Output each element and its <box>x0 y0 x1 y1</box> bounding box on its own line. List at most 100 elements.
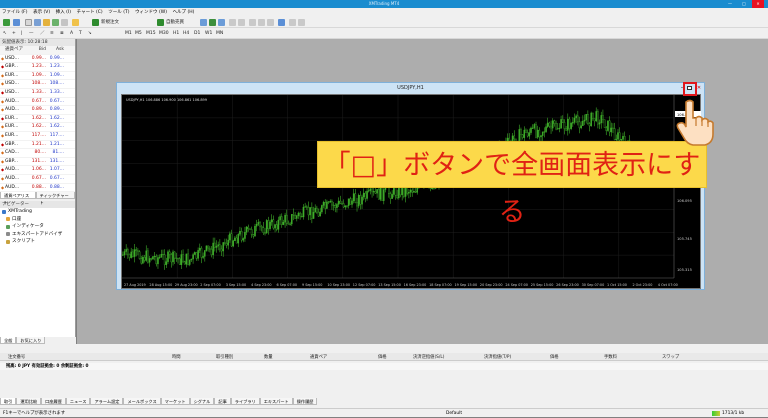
market-watch-icon[interactable] <box>25 19 32 26</box>
nav-item-scripts[interactable]: スクリプト <box>0 238 75 246</box>
header-ask[interactable]: Ask <box>46 46 64 54</box>
new-order-button[interactable]: 新規注文 <box>101 19 119 26</box>
menu-view[interactable]: 表示 (V) <box>31 8 52 17</box>
timeframe-m5[interactable]: M5 <box>135 30 142 37</box>
terminal-icon[interactable] <box>52 19 59 26</box>
tab-general[interactable]: 全般 <box>0 337 17 344</box>
terminal-tab[interactable]: シグナル <box>189 398 215 405</box>
col-current-price[interactable]: 価格 <box>550 354 559 360</box>
market-watch-row[interactable]: ◆ AUD... 0.88... 0.88... <box>0 183 75 193</box>
header-symbol[interactable]: 通貨ペア <box>5 46 28 54</box>
terminal-tab[interactable]: アラーム設定 <box>90 398 124 405</box>
zoom-out-icon[interactable] <box>238 19 245 26</box>
market-watch-row[interactable]: ◆ USD... 0.99... 0.99... <box>0 54 75 64</box>
timeframe-m1[interactable]: M1 <box>125 30 132 37</box>
indicators-icon[interactable] <box>278 19 285 26</box>
timeframe-h1[interactable]: H1 <box>173 30 179 37</box>
market-watch-row[interactable]: ◆ EUR... 1.09... 1.09... <box>0 71 75 81</box>
timeframe-d1[interactable]: D1 <box>194 30 200 37</box>
col-size[interactable]: 数量 <box>264 354 273 360</box>
terminal-tab[interactable]: 操作履歴 <box>292 398 318 405</box>
candlestick-icon[interactable] <box>209 19 216 26</box>
arrows-icon[interactable]: ↘ <box>88 30 92 37</box>
timeframe-w1[interactable]: W1 <box>205 30 212 37</box>
line-chart-icon[interactable] <box>218 19 225 26</box>
menu-tools[interactable]: ツール (T) <box>106 8 131 17</box>
vertical-line-icon[interactable]: | <box>21 30 23 37</box>
market-watch-row[interactable]: ◆ GBP... 131.... 131.... <box>0 157 75 167</box>
zoom-in-icon[interactable] <box>229 19 236 26</box>
terminal-tab[interactable]: 運用比較 <box>16 398 42 405</box>
nav-item-accounts[interactable]: 口座 <box>0 216 75 224</box>
menu-insert[interactable]: 挿入 (I) <box>54 8 73 17</box>
market-watch-row[interactable]: ◆ AUD... 0.67... 0.67... <box>0 174 75 184</box>
header-bid[interactable]: Bid <box>28 46 46 54</box>
col-sl[interactable]: 決済逆指値(S/L) <box>413 354 444 360</box>
new-chart-icon[interactable] <box>3 19 10 26</box>
text-label-icon[interactable]: T <box>79 30 82 37</box>
nav-item-indicators[interactable]: インディケータ <box>0 223 75 231</box>
terminal-tab[interactable]: 記事 <box>214 398 231 405</box>
market-watch-row[interactable]: ◆ GBP... 1.21... 1.21... <box>0 140 75 150</box>
minimize-button[interactable]: — <box>724 0 736 8</box>
market-watch-row[interactable]: ◆ AUD... 0.67... 0.67... <box>0 97 75 107</box>
profiles-icon[interactable] <box>13 19 20 26</box>
terminal-tab[interactable]: 口座履歴 <box>41 398 66 405</box>
nav-item-experts[interactable]: エキスパートアドバイザ <box>0 231 75 239</box>
text-icon[interactable]: A <box>70 30 73 37</box>
periods-icon[interactable] <box>289 19 296 26</box>
tester-icon[interactable] <box>61 19 68 26</box>
navigator-icon[interactable] <box>43 19 50 26</box>
menu-help[interactable]: ヘルプ (H) <box>171 8 197 17</box>
crosshair-icon[interactable]: + <box>12 30 16 37</box>
col-time[interactable]: 時間 <box>172 354 181 360</box>
col-type[interactable]: 取引種別 <box>216 354 233 360</box>
market-watch-row[interactable]: ◆ USD... 1.33... 1.33... <box>0 88 75 98</box>
price-chart[interactable]: USDJPY,H1 106.886 106.900 106.861 106.89… <box>121 94 701 289</box>
market-watch-row[interactable]: ◆ EUR... 117.... 117.... <box>0 131 75 141</box>
menu-file[interactable]: ファイル (F) <box>0 8 30 17</box>
tile-windows-icon[interactable] <box>249 19 256 26</box>
col-tp[interactable]: 決済指値(T/P) <box>484 354 511 360</box>
market-watch-row[interactable]: ◆ AUD... 1.06... 1.07... <box>0 166 75 175</box>
terminal-tab[interactable]: ニュース <box>65 398 91 405</box>
fibonacci-icon[interactable]: ≣ <box>60 30 64 37</box>
menu-chart[interactable]: チャート (C) <box>75 8 105 17</box>
terminal-tab[interactable]: メールボックス <box>123 398 161 405</box>
cursor-icon[interactable]: ↖ <box>3 30 7 37</box>
nav-item-xmtrading[interactable]: XMTrading <box>0 208 75 216</box>
maximize-button[interactable]: □ <box>738 0 750 8</box>
tab-favorites[interactable]: お気に入り <box>16 337 46 344</box>
templates-icon[interactable] <box>298 19 305 26</box>
col-symbol[interactable]: 通貨ペア <box>310 354 327 360</box>
col-order[interactable]: 注文番号 <box>8 354 25 360</box>
timeframe-m30[interactable]: M30 <box>159 30 169 37</box>
col-swap[interactable]: スワップ <box>662 354 679 360</box>
timeframe-mn[interactable]: MN <box>216 30 223 37</box>
market-watch-row[interactable]: ◆ EUR... 1.62... 1.62... <box>0 114 75 124</box>
timeframe-h4[interactable]: H4 <box>183 30 189 37</box>
menu-window[interactable]: ウィンドウ (W) <box>133 8 169 17</box>
data-window-icon[interactable] <box>34 19 41 26</box>
chart-shift-icon[interactable] <box>267 19 274 26</box>
bar-chart-icon[interactable] <box>200 19 207 26</box>
terminal-tab[interactable]: マーケット <box>160 398 190 405</box>
auto-trading-button[interactable]: 自動売買 <box>166 19 184 26</box>
close-button[interactable]: ✕ <box>752 0 764 8</box>
market-watch-row[interactable]: ◆ GBP... 1.23... 1.23... <box>0 63 75 72</box>
timeframe-m15[interactable]: M15 <box>146 30 156 37</box>
market-watch-row[interactable]: ◆ USD... 108.... 108.... <box>0 80 75 89</box>
tab-symbols[interactable]: 通貨ペアリスト <box>0 192 36 205</box>
auto-scroll-icon[interactable] <box>258 19 265 26</box>
terminal-tab[interactable]: 取引 <box>0 398 17 405</box>
market-watch-row[interactable]: ◆ CAD... 80.... 81.... <box>0 149 75 158</box>
channel-icon[interactable]: ≡ <box>50 30 54 37</box>
metaeditor-icon[interactable] <box>72 19 79 26</box>
trendline-icon[interactable]: ／ <box>40 30 45 37</box>
col-commission[interactable]: 手数料 <box>604 354 617 360</box>
tab-tick-chart[interactable]: ティックチャート <box>35 192 75 205</box>
horizontal-line-icon[interactable]: — <box>29 30 34 37</box>
col-price[interactable]: 価格 <box>378 354 387 360</box>
terminal-tab[interactable]: エキスパート <box>259 398 293 405</box>
market-watch-row[interactable]: ◆ AUD... 0.89... 0.89... <box>0 106 75 115</box>
